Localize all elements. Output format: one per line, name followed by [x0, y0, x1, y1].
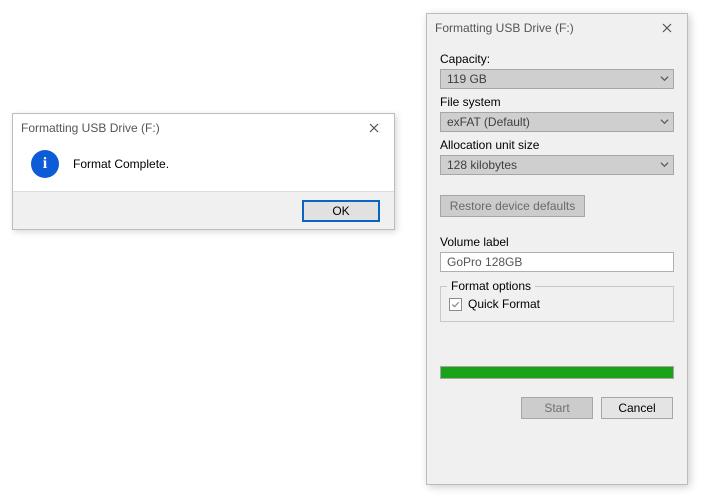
- close-icon[interactable]: [362, 118, 386, 138]
- volume-label-input[interactable]: [440, 252, 674, 272]
- cancel-button[interactable]: Cancel: [601, 397, 673, 419]
- message-body: i Format Complete.: [13, 142, 394, 178]
- message-text: Format Complete.: [73, 157, 169, 171]
- dialog-title: Formatting USB Drive (F:): [435, 21, 574, 35]
- progress-bar: [440, 366, 674, 379]
- format-options-legend: Format options: [447, 279, 535, 293]
- chevron-down-icon: [660, 72, 669, 86]
- volume-label-label: Volume label: [440, 235, 674, 249]
- quick-format-label: Quick Format: [468, 297, 540, 311]
- allocation-label: Allocation unit size: [440, 138, 674, 152]
- button-bar: Start Cancel: [427, 397, 687, 419]
- dialog-title: Formatting USB Drive (F:): [21, 121, 160, 135]
- start-button[interactable]: Start: [521, 397, 593, 419]
- dialog-content: Capacity: 119 GB File system exFAT (Defa…: [427, 42, 687, 379]
- allocation-select[interactable]: 128 kilobytes: [440, 155, 674, 175]
- quick-format-checkbox[interactable]: [449, 298, 462, 311]
- titlebar[interactable]: Formatting USB Drive (F:): [13, 114, 394, 142]
- capacity-select[interactable]: 119 GB: [440, 69, 674, 89]
- chevron-down-icon: [660, 158, 669, 172]
- file-system-label: File system: [440, 95, 674, 109]
- capacity-label: Capacity:: [440, 52, 674, 66]
- format-complete-dialog: Formatting USB Drive (F:) i Format Compl…: [12, 113, 395, 230]
- button-bar: OK: [13, 191, 394, 229]
- progress-fill: [441, 367, 673, 378]
- titlebar[interactable]: Formatting USB Drive (F:): [427, 14, 687, 42]
- allocation-value: 128 kilobytes: [447, 158, 517, 172]
- ok-button[interactable]: OK: [302, 200, 380, 222]
- capacity-value: 119 GB: [447, 72, 487, 86]
- close-icon[interactable]: [655, 18, 679, 38]
- info-icon: i: [31, 150, 59, 178]
- file-system-value: exFAT (Default): [447, 115, 530, 129]
- file-system-select[interactable]: exFAT (Default): [440, 112, 674, 132]
- chevron-down-icon: [660, 115, 669, 129]
- format-drive-dialog: Formatting USB Drive (F:) Capacity: 119 …: [426, 13, 688, 485]
- format-options-group: Format options Quick Format: [440, 286, 674, 322]
- quick-format-row[interactable]: Quick Format: [449, 297, 665, 311]
- restore-defaults-button[interactable]: Restore device defaults: [440, 195, 585, 217]
